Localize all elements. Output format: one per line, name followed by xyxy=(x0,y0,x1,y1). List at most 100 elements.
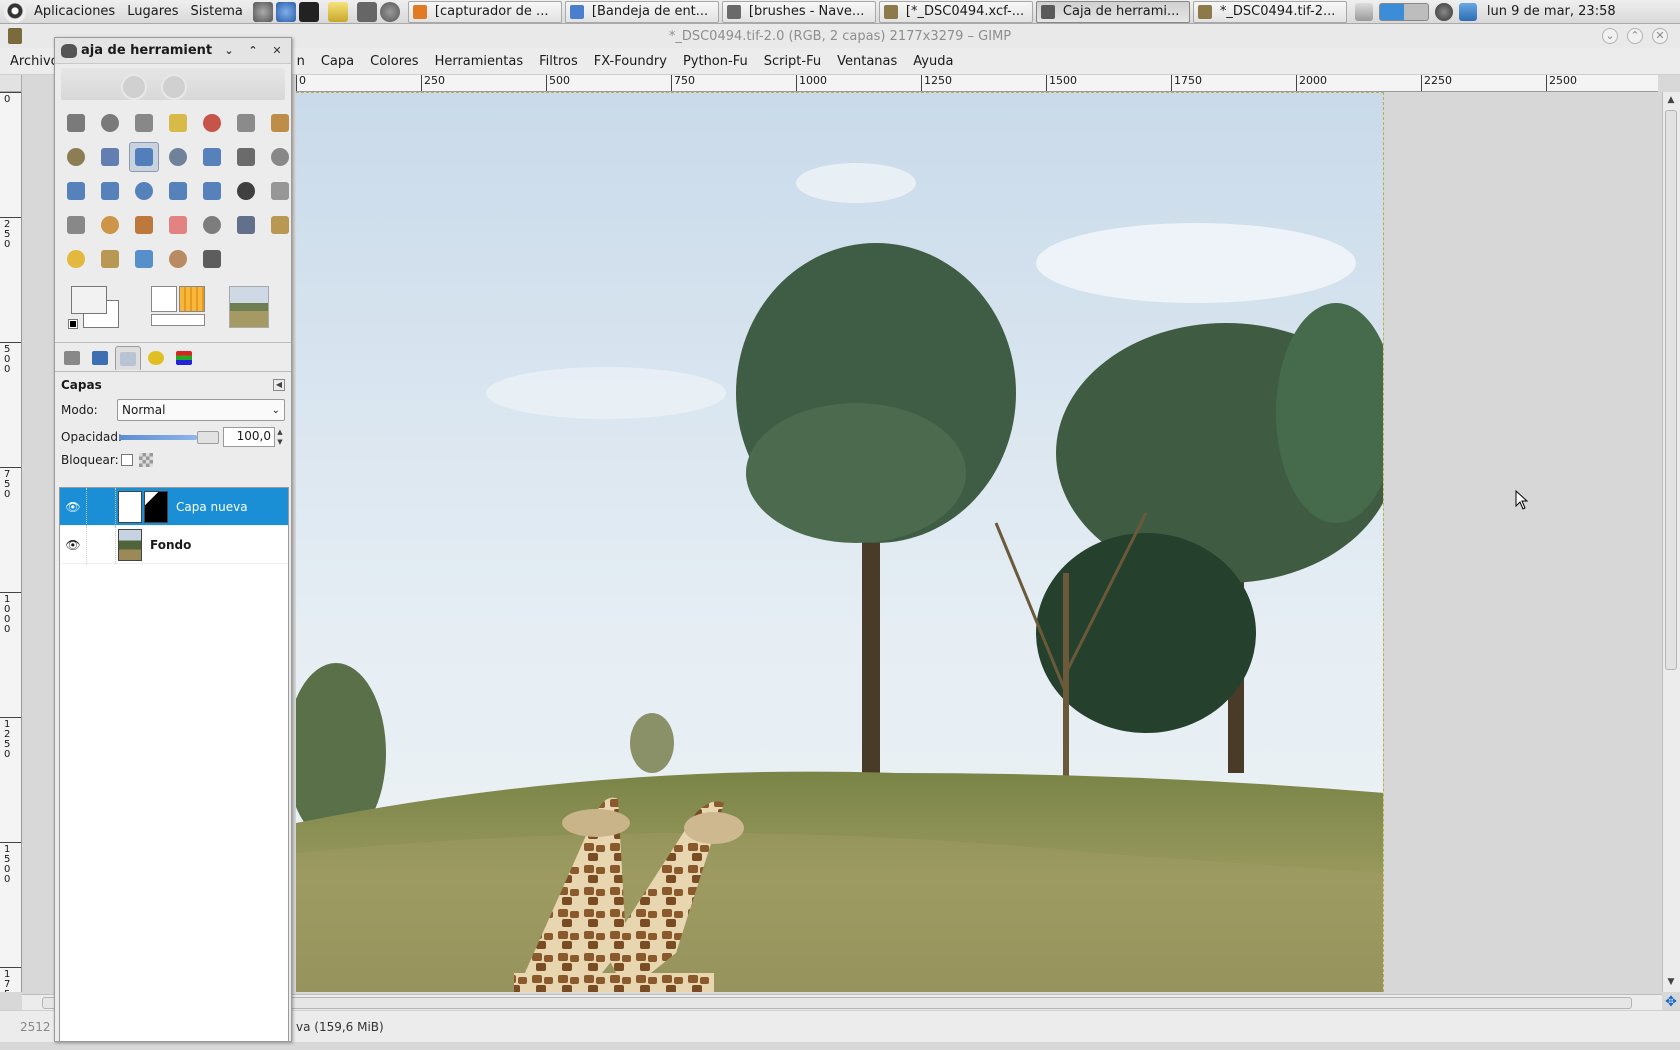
layer-mask-thumbnail[interactable] xyxy=(144,490,168,523)
color-picker-tool-button[interactable] xyxy=(95,142,125,172)
tab-device-status[interactable] xyxy=(87,346,113,370)
brush-preview[interactable] xyxy=(151,286,177,312)
align-tool-button[interactable] xyxy=(231,142,261,172)
visibility-eye-icon[interactable]: 👁 xyxy=(60,500,86,514)
visibility-eye-icon[interactable]: 👁 xyxy=(60,538,86,552)
lock-pixels-checkbox[interactable] xyxy=(121,454,133,466)
scroll-down-arrow-icon[interactable]: ▼ xyxy=(1663,974,1679,990)
navigate-icon[interactable]: ✥ xyxy=(1662,994,1680,1010)
taskbar-button[interactable]: [brushes - Nave... xyxy=(721,0,876,23)
menu-filtros[interactable]: Filtros xyxy=(531,48,586,75)
ink-tool-button[interactable] xyxy=(231,210,261,240)
ellipse-select-tool-button[interactable] xyxy=(95,108,125,138)
vertical-scrollbar[interactable]: ▲ ▼ xyxy=(1662,92,1680,992)
window-menu-icon[interactable] xyxy=(8,28,22,44)
tab-layers[interactable] xyxy=(115,346,141,370)
taskbar-button[interactable]: [*_DSC0494.xcf-... xyxy=(878,0,1033,23)
flip-tool-button[interactable] xyxy=(197,176,227,206)
ruler-corner[interactable] xyxy=(0,75,22,92)
rotate-tool-button[interactable] xyxy=(61,176,91,206)
opacity-input[interactable]: 100,0 xyxy=(223,427,275,447)
scale-tool-button[interactable] xyxy=(95,176,125,206)
taskbar-button[interactable]: *_DSC0494.tif-2... xyxy=(1192,0,1347,23)
dodge-burn-tool-button[interactable] xyxy=(197,244,227,274)
horizontal-ruler[interactable]: 0 250 500 750 1000 1250 1500 1750 2000 2250 2500 xyxy=(296,75,1658,92)
vertical-ruler[interactable]: 0 250 500 750 1000 1250 1500 1750 xyxy=(0,92,22,992)
menu-ayuda[interactable]: Ayuda xyxy=(905,48,961,75)
opacity-slider[interactable] xyxy=(117,427,221,447)
menu-python-fu[interactable]: Python-Fu xyxy=(675,48,756,75)
clone-tool-button[interactable] xyxy=(265,210,295,240)
scissors-tool-button[interactable] xyxy=(231,108,261,138)
menu-ventanas[interactable]: Ventanas xyxy=(829,48,905,75)
taskbar-button[interactable]: Caja de herrami... xyxy=(1035,0,1190,23)
layer-chain-toggle[interactable] xyxy=(86,525,116,564)
blur-tool-button[interactable] xyxy=(129,244,159,274)
maximize-button[interactable]: ⌃ xyxy=(1627,28,1643,44)
smudge-tool-button[interactable] xyxy=(163,244,193,274)
layer-chain-toggle[interactable] xyxy=(86,487,116,526)
layer-row-fondo[interactable]: 👁 Fondo xyxy=(60,525,288,564)
layer-thumbnail[interactable] xyxy=(118,528,142,561)
foreground-select-tool-button[interactable] xyxy=(265,108,295,138)
active-image-preview[interactable] xyxy=(229,286,269,328)
layer-row-capa-nueva[interactable]: 👁 Capa nueva xyxy=(60,487,288,526)
tab-channels[interactable] xyxy=(171,346,197,370)
pencil-tool-button[interactable] xyxy=(95,210,125,240)
default-colors-icon[interactable] xyxy=(68,319,78,329)
perspective-tool-button[interactable] xyxy=(163,176,193,206)
crop-tool-button[interactable] xyxy=(265,142,295,172)
shear-tool-button[interactable] xyxy=(129,176,159,206)
taskbar-button[interactable]: [Bandeja de ent... xyxy=(564,0,719,23)
rect-select-tool-button[interactable] xyxy=(61,108,91,138)
text-tool-button[interactable] xyxy=(231,176,261,206)
pattern-preview[interactable] xyxy=(179,286,205,312)
toolbox-maximize-button[interactable]: ⌃ xyxy=(245,43,261,59)
image-canvas[interactable] xyxy=(296,92,1384,992)
menu-script-fu[interactable]: Script-Fu xyxy=(756,48,829,75)
gimp-launcher-icon[interactable] xyxy=(252,1,273,22)
minimize-button[interactable]: ⌄ xyxy=(1602,28,1618,44)
lock-alpha-icon[interactable] xyxy=(139,453,153,467)
free-select-tool-button[interactable] xyxy=(129,108,159,138)
menu-herramientas[interactable]: Herramientas xyxy=(427,48,532,75)
opacity-spin-buttons[interactable]: ▲ ▼ xyxy=(275,427,285,447)
paths-tool-button[interactable] xyxy=(61,142,91,172)
toolbox-title-bar[interactable]: aja de herramient ⌄ ⌃ ✕ xyxy=(55,38,291,64)
panel-menu-arrow-icon[interactable]: ◀ xyxy=(273,379,285,391)
close-window-button[interactable]: ✕ xyxy=(1652,28,1668,44)
tab-undo-history[interactable] xyxy=(143,346,169,370)
scroll-up-arrow-icon[interactable]: ▲ xyxy=(1663,92,1679,108)
menu-sistema[interactable]: Sistema xyxy=(185,0,249,24)
screenshot-launcher-icon[interactable] xyxy=(356,1,377,22)
menu-colores[interactable]: Colores xyxy=(362,48,426,75)
toolbox-minimize-button[interactable]: ⌄ xyxy=(221,43,237,59)
fuzzy-select-tool-button[interactable] xyxy=(163,108,193,138)
layer-thumbnail[interactable] xyxy=(118,490,142,523)
clock[interactable]: lun 9 de mar, 23:58 xyxy=(1487,4,1616,19)
settings-launcher-icon[interactable] xyxy=(379,1,400,22)
toolbox-close-button[interactable]: ✕ xyxy=(269,43,285,59)
weather-icon[interactable] xyxy=(1458,2,1477,21)
airbrush-tool-button[interactable] xyxy=(197,210,227,240)
gnome-foot-icon[interactable] xyxy=(4,0,26,23)
select-by-color-tool-button[interactable] xyxy=(197,108,227,138)
vertical-scroll-thumb[interactable] xyxy=(1665,110,1677,670)
layer-name[interactable]: Capa nueva xyxy=(176,500,248,514)
move-tool-button[interactable] xyxy=(197,142,227,172)
notes-launcher-icon[interactable] xyxy=(327,1,348,22)
terminal-launcher-icon[interactable] xyxy=(298,1,319,22)
tab-tool-options[interactable] xyxy=(59,346,85,370)
menu-fx-foundry[interactable]: FX-Foundry xyxy=(586,48,675,75)
menu-aplicaciones[interactable]: Aplicaciones xyxy=(28,0,121,24)
trash-icon[interactable] xyxy=(1354,2,1373,21)
bucket-fill-tool-button[interactable] xyxy=(265,176,295,206)
heal-tool-button[interactable] xyxy=(61,244,91,274)
gradient-preview[interactable] xyxy=(151,314,205,326)
taskbar-button[interactable]: [capturador de ... xyxy=(407,0,562,23)
menu-imagen-partial[interactable]: n xyxy=(289,48,313,75)
menu-lugares[interactable]: Lugares xyxy=(121,0,184,24)
paintbrush-tool-button[interactable] xyxy=(129,210,159,240)
menu-capa[interactable]: Capa xyxy=(313,48,362,75)
layer-name[interactable]: Fondo xyxy=(150,538,191,552)
